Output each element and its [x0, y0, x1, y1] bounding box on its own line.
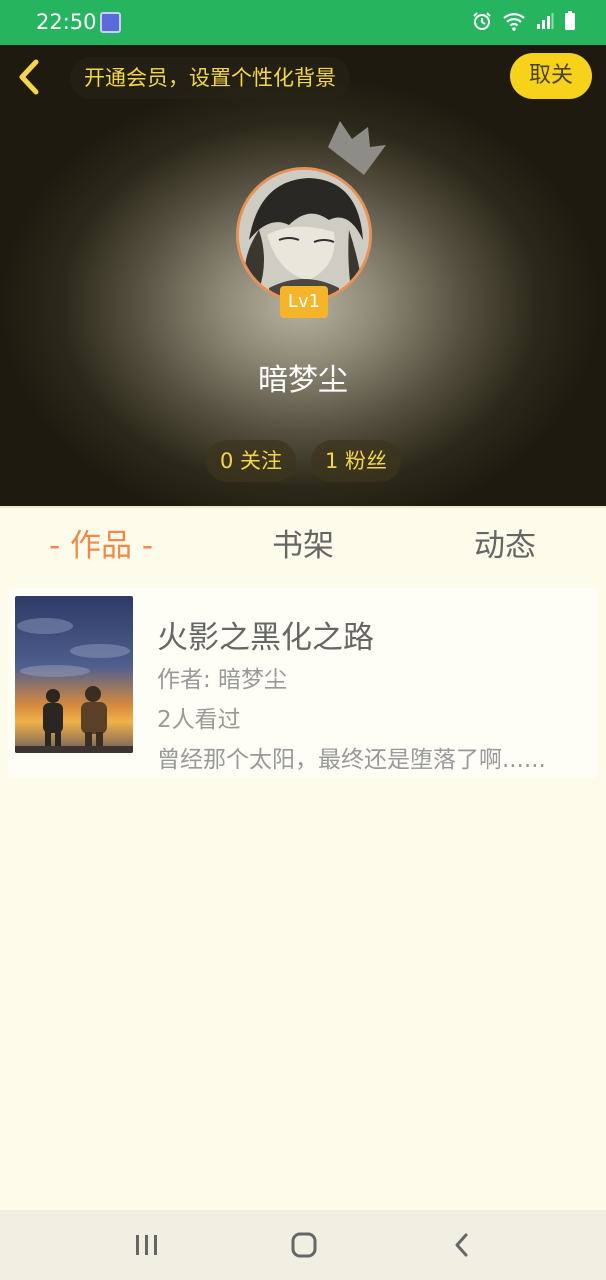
vip-background-promo[interactable]: 开通会员，设置个性化背景: [70, 57, 350, 99]
profile-tabs: - 作品 - 书架 动态: [0, 506, 606, 584]
tab-activity[interactable]: 动态: [404, 508, 606, 584]
book-author: 作者: 暗梦尘: [157, 667, 288, 693]
book-card[interactable]: 火影之黑化之路 作者: 暗梦尘 2人看过 曾经那个太阳，最终还是堕落了啊....…: [8, 588, 598, 778]
book-views: 2人看过: [157, 707, 241, 733]
book-cover: [15, 596, 133, 753]
home-button[interactable]: [284, 1228, 324, 1262]
back-nav-button[interactable]: [442, 1228, 482, 1262]
chevron-left-icon: [19, 59, 39, 95]
unfollow-button[interactable]: 取关: [510, 53, 592, 99]
system-nav-bar: [0, 1210, 606, 1280]
level-badge: Lv1: [280, 286, 328, 318]
app-notification-icon: [100, 12, 121, 33]
following-count[interactable]: 0 关注: [206, 440, 296, 482]
back-icon: [455, 1233, 468, 1257]
battery-icon: [565, 11, 575, 30]
avatar-image: [239, 170, 369, 300]
status-time: 22:50: [36, 10, 97, 34]
signal-icon: [537, 13, 554, 29]
home-icon: [291, 1232, 317, 1258]
followers-count[interactable]: 1 粉丝: [311, 440, 401, 482]
username: 暗梦尘: [258, 363, 348, 398]
wifi-icon: [503, 13, 525, 31]
crown-icon: [328, 121, 386, 175]
tab-works[interactable]: - 作品 -: [0, 508, 202, 584]
book-title: 火影之黑化之路: [157, 620, 374, 656]
tab-bookshelf[interactable]: 书架: [202, 508, 404, 584]
recents-icon: [136, 1235, 157, 1255]
back-button[interactable]: [12, 57, 46, 97]
status-bar: 22:50: [0, 0, 606, 45]
alarm-icon: [473, 12, 491, 30]
status-icons: [472, 11, 576, 31]
avatar[interactable]: [236, 167, 372, 303]
profile-header: 开通会员，设置个性化背景 取关 Lv1 暗梦尘 0 关注 1 粉丝: [0, 45, 606, 506]
recents-button[interactable]: [127, 1228, 167, 1262]
book-description: 曾经那个太阳，最终还是堕落了啊......: [157, 747, 546, 773]
